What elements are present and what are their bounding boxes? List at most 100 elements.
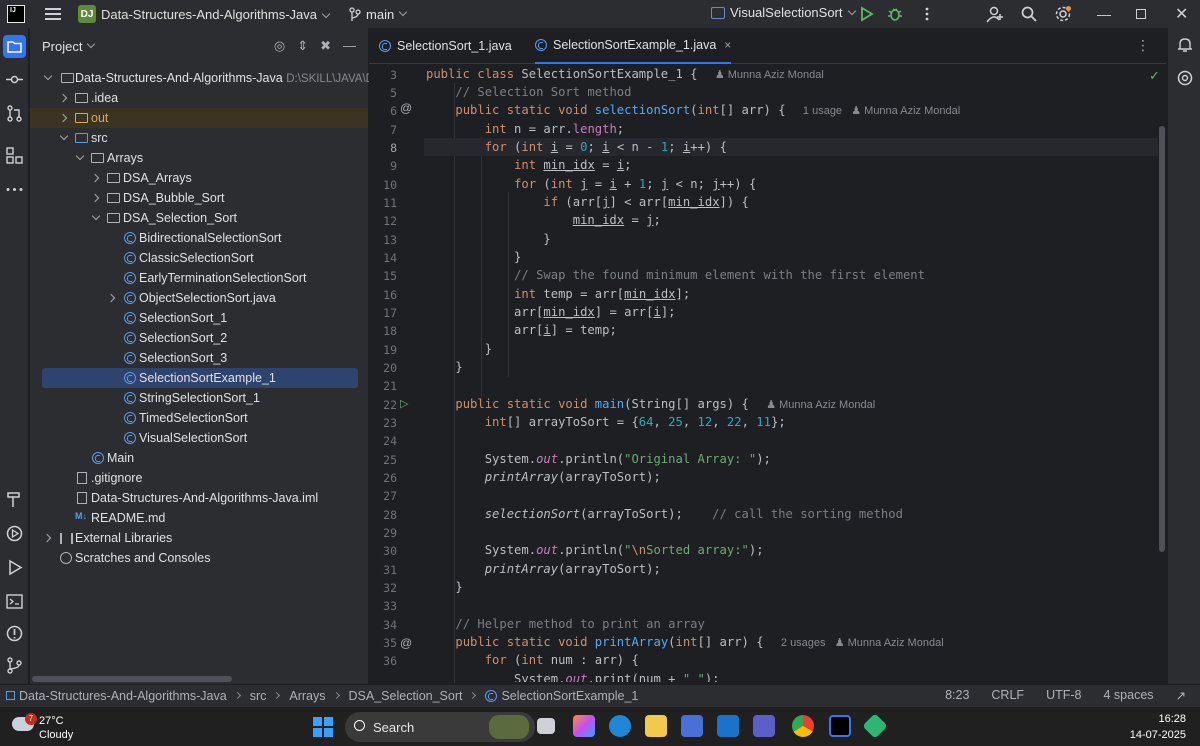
maximize-button[interactable]: [1136, 9, 1146, 19]
chevron-right-icon[interactable]: [90, 193, 100, 203]
vertical-scrollbar[interactable]: [1159, 126, 1165, 552]
build-hammer-icon[interactable]: [5, 490, 24, 509]
teams-icon[interactable]: [753, 715, 775, 737]
lock-icon[interactable]: ↗: [1176, 688, 1186, 703]
breadcrumb-item[interactable]: Arrays: [289, 689, 325, 703]
project-tool-button[interactable]: [3, 35, 26, 58]
tree-item-class[interactable]: ClassicSelectionSort: [30, 248, 368, 268]
chevron-right-icon[interactable]: [90, 173, 100, 183]
tree-item-class[interactable]: TimedSelectionSort: [30, 408, 368, 428]
close-window-button[interactable]: ✕: [1175, 4, 1188, 24]
collapse-all-icon[interactable]: ✖: [320, 38, 331, 54]
tree-item-class[interactable]: SelectionSort_2: [30, 328, 368, 348]
indent-setting[interactable]: 4 spaces: [1103, 688, 1153, 703]
expand-all-icon[interactable]: ⇕: [297, 38, 308, 54]
commit-icon[interactable]: [5, 70, 24, 89]
tree-item-file[interactable]: M↓ README.md: [30, 508, 368, 528]
chevron-down-icon[interactable]: [91, 211, 101, 221]
tree-item-arrays[interactable]: Arrays: [30, 148, 368, 168]
tree-item-out[interactable]: out: [30, 108, 368, 128]
store-icon[interactable]: [681, 715, 703, 737]
structure-icon[interactable]: [5, 146, 24, 165]
usage-hint[interactable]: 1 usage: [803, 105, 842, 117]
branch-switcher[interactable]: main: [349, 7, 408, 22]
hide-panel-icon[interactable]: —: [343, 38, 356, 54]
chevron-right-icon[interactable]: [42, 533, 52, 543]
add-user-icon[interactable]: [986, 5, 1004, 23]
ai-assistant-icon[interactable]: [1176, 69, 1194, 87]
tree-item-file[interactable]: .gitignore: [30, 468, 368, 488]
more-actions-icon[interactable]: [918, 5, 936, 23]
tree-item-file[interactable]: Data-Structures-And-Algorithms-Java.iml: [30, 488, 368, 508]
tree-item-class[interactable]: SelectionSort_1: [30, 308, 368, 328]
problems-icon[interactable]: [5, 624, 24, 643]
close-tab-icon[interactable]: ×: [724, 38, 731, 52]
tree-item-class[interactable]: SelectionSort_3: [30, 348, 368, 368]
chevron-right-icon[interactable]: [106, 293, 116, 303]
locate-icon[interactable]: ◎: [274, 38, 285, 54]
tree-item-src[interactable]: src: [30, 128, 368, 148]
intellij-taskbar-icon[interactable]: [829, 715, 851, 737]
task-view-icon[interactable]: [537, 718, 555, 734]
chevron-right-icon[interactable]: [58, 93, 68, 103]
file-encoding[interactable]: UTF-8: [1046, 688, 1081, 703]
run-tool-icon[interactable]: [5, 558, 24, 577]
breadcrumb-item[interactable]: src: [250, 689, 267, 703]
line-separator[interactable]: CRLF: [991, 688, 1024, 703]
horizontal-scrollbar[interactable]: [32, 676, 232, 682]
tree-item-selected-class[interactable]: SelectionSortExample_1: [42, 368, 358, 388]
app-diamond-icon[interactable]: [862, 713, 888, 739]
breadcrumb-item[interactable]: SelectionSortExample_1: [501, 689, 638, 703]
tree-item-dsa-arrays[interactable]: DSA_Arrays: [30, 168, 368, 188]
tree-item-class[interactable]: EarlyTerminationSelectionSort: [30, 268, 368, 288]
more-tools-icon[interactable]: [5, 180, 24, 199]
chevron-right-icon[interactable]: [58, 113, 68, 123]
tab-selectionsort-1[interactable]: SelectionSort_1.java: [379, 28, 512, 64]
copilot-icon[interactable]: [573, 715, 595, 737]
git-icon[interactable]: [5, 656, 24, 675]
chevron-down-icon[interactable]: [75, 151, 85, 161]
tree-item-class[interactable]: ObjectSelectionSort.java: [30, 288, 368, 308]
taskbar-search[interactable]: Search: [345, 712, 535, 742]
run-config-selector[interactable]: VisualSelectionSort: [711, 5, 856, 20]
file-explorer-icon[interactable]: [645, 715, 667, 737]
chevron-down-icon[interactable]: [59, 131, 69, 141]
tree-item-class[interactable]: VisualSelectionSort: [30, 428, 368, 448]
settings-gear-icon[interactable]: [1054, 5, 1072, 23]
minimize-button[interactable]: —: [1097, 6, 1111, 22]
run-gutter-icon[interactable]: ▷: [400, 397, 408, 410]
terminal-icon[interactable]: [5, 592, 24, 611]
run-icon[interactable]: [857, 5, 875, 23]
tree-item-idea[interactable]: .idea: [30, 88, 368, 108]
services-icon[interactable]: [5, 524, 24, 543]
tree-item-dsa-selection-sort[interactable]: DSA_Selection_Sort: [30, 208, 368, 228]
tree-item-dsa-bubble-sort[interactable]: DSA_Bubble_Sort: [30, 188, 368, 208]
main-menu-icon[interactable]: [45, 8, 61, 20]
tree-item-class[interactable]: StringSelectionSort_1: [30, 388, 368, 408]
outlook-icon[interactable]: [717, 715, 739, 737]
tree-item-external-libraries[interactable]: External Libraries: [30, 528, 368, 548]
start-button[interactable]: [313, 717, 333, 737]
breadcrumb-item[interactable]: DSA_Selection_Sort: [349, 689, 463, 703]
override-marker-icon[interactable]: @: [400, 636, 412, 650]
edge-icon[interactable]: [609, 715, 631, 737]
notifications-bell-icon[interactable]: [1176, 36, 1194, 54]
usage-hint[interactable]: 2 usages: [781, 637, 826, 649]
chrome-icon[interactable]: [792, 715, 814, 737]
pull-requests-icon[interactable]: [5, 104, 24, 123]
inspection-ok-icon[interactable]: ✓: [1149, 68, 1160, 84]
tree-item-project-root[interactable]: Data-Structures-And-Algorithms-Java D:\S…: [30, 68, 377, 88]
project-switcher[interactable]: Data-Structures-And-Algorithms-Java: [101, 7, 331, 22]
debug-icon[interactable]: [886, 5, 904, 23]
search-icon[interactable]: [1020, 5, 1038, 23]
caret-position[interactable]: 8:23: [945, 688, 969, 703]
tab-selectionsortexample-1[interactable]: SelectionSortExample_1.java ×: [535, 28, 732, 64]
chevron-down-icon[interactable]: [43, 71, 53, 81]
system-clock[interactable]: 16:28 14-07-2025: [1130, 711, 1186, 743]
tree-item-class[interactable]: Main: [30, 448, 368, 468]
tree-item-class[interactable]: BidirectionalSelectionSort: [30, 228, 368, 248]
override-marker-icon[interactable]: @: [400, 101, 412, 115]
tab-options-icon[interactable]: ⋮: [1136, 37, 1150, 54]
breadcrumb-item[interactable]: Data-Structures-And-Algorithms-Java: [19, 689, 227, 703]
tree-item-scratches[interactable]: Scratches and Consoles: [30, 548, 368, 568]
